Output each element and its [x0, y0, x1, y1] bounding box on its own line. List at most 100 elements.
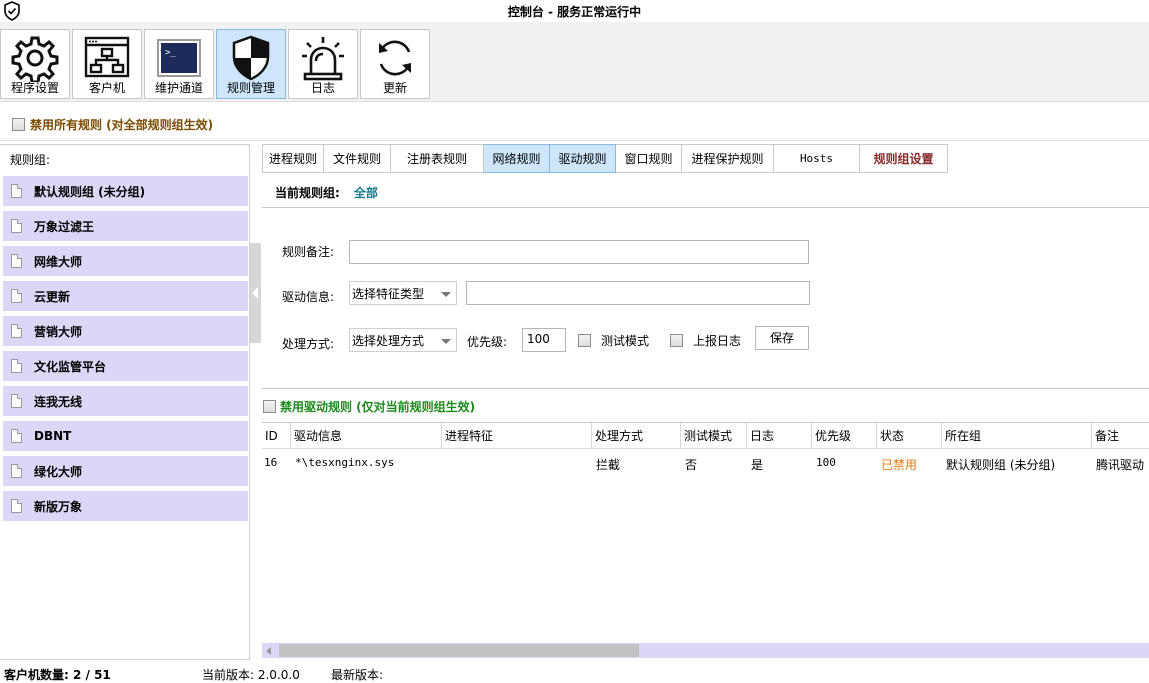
driver-info-input[interactable] — [466, 281, 810, 305]
toolbar-maintenance-label: 维护通道 — [154, 81, 203, 95]
toolbar-settings-label: 程序设置 — [10, 81, 59, 95]
document-icon — [11, 254, 22, 268]
toolbar-maintenance-button[interactable]: >_ 维护通道 — [144, 29, 214, 99]
panel-collapse-handle[interactable] — [250, 243, 261, 343]
rule-group-name: 云更新 — [34, 289, 71, 304]
chevron-down-icon — [441, 292, 451, 297]
document-icon — [11, 394, 22, 408]
toolbar-log-label: 日志 — [310, 81, 335, 95]
rule-group-item[interactable]: 营销大师 — [3, 316, 248, 346]
action-select[interactable]: 选择处理方式 — [349, 328, 457, 352]
tab-registry-rules[interactable]: 注册表规则 — [391, 144, 484, 173]
network-icon — [84, 36, 130, 78]
tab-window-rules[interactable]: 窗口规则 — [616, 144, 682, 173]
feature-type-select[interactable]: 选择特征类型 — [349, 281, 457, 305]
disable-driver-checkbox[interactable] — [263, 400, 276, 413]
rule-group-name: 营销大师 — [34, 324, 83, 339]
rule-group-item[interactable]: 网维大师 — [3, 246, 248, 276]
column-header-action[interactable]: 处理方式 — [592, 423, 681, 449]
cell-status: 已禁用 — [881, 458, 918, 472]
document-icon — [11, 464, 22, 478]
rule-type-tabs: 进程规则 文件规则 注册表规则 网络规则 驱动规则 窗口规则 进程保护规则 Ho… — [262, 144, 948, 173]
driver-info-label: 驱动信息: — [282, 290, 335, 304]
tab-driver-rules[interactable]: 驱动规则 — [550, 144, 616, 173]
toolbar-rules-button[interactable]: 规则管理 — [216, 29, 286, 99]
rule-group-name: 万象过滤王 — [34, 219, 95, 234]
priority-label: 优先级: — [467, 335, 508, 349]
rule-group-name: 默认规则组 (未分组) — [34, 184, 146, 199]
column-header-id[interactable]: ID — [262, 423, 291, 449]
column-header-driver-info[interactable]: 驱动信息 — [291, 423, 442, 449]
column-header-note[interactable]: 备注 — [1092, 423, 1149, 449]
column-header-priority[interactable]: 优先级 — [812, 423, 877, 449]
column-header-process[interactable]: 进程特征 — [442, 423, 592, 449]
terminal-icon: >_ — [157, 39, 201, 77]
disable-all-checkbox[interactable] — [12, 117, 25, 131]
disable-all-label: 禁用所有规则 (对全部规则组生效) — [30, 117, 214, 132]
gear-icon — [11, 36, 59, 82]
toolbar-log-button[interactable]: 日志 — [288, 29, 358, 99]
tab-process-protect-rules[interactable]: 进程保护规则 — [682, 144, 774, 173]
document-icon — [11, 184, 22, 198]
rule-group-name: 新版万象 — [34, 499, 83, 514]
column-header-group[interactable]: 所在组 — [942, 423, 1092, 449]
current-group-value: 全部 — [353, 186, 378, 200]
toolbar-update-button[interactable]: 更新 — [360, 29, 430, 99]
driver-rules-table: ID 驱动信息 进程特征 处理方式 测试模式 日志 优先级 状态 所在组 备注 … — [262, 422, 1149, 660]
cell-action: 拦截 — [596, 458, 621, 472]
disable-all-rules[interactable]: 禁用所有规则 (对全部规则组生效) — [12, 116, 213, 132]
title-bar: 控制台 - 服务正常运行中 — [0, 0, 1149, 22]
tab-network-rules[interactable]: 网络规则 — [484, 144, 550, 173]
table-horizontal-scrollbar[interactable] — [262, 643, 1149, 658]
disable-driver-rules[interactable]: 禁用驱动规则 (仅对当前规则组生效) — [263, 398, 475, 415]
status-bar: 客户机数量: 2 / 51 当前版本: 2.0.0.0 最新版本: — [0, 661, 1149, 683]
document-icon — [11, 289, 22, 303]
table-header: ID 驱动信息 进程特征 处理方式 测试模式 日志 优先级 状态 所在组 备注 — [262, 423, 1149, 449]
document-icon — [11, 359, 22, 373]
rule-group-item[interactable]: 文化监管平台 — [3, 351, 248, 381]
toolbar-settings-button[interactable]: 程序设置 — [0, 29, 70, 99]
window-title: 控制台 - 服务正常运行中 — [507, 5, 642, 19]
rule-group-panel: 规则组: 默认规则组 (未分组) 万象过滤王 网维大师 云更新 营销大师 文化监… — [0, 144, 250, 660]
cell-group: 默认规则组 (未分组) — [946, 458, 1056, 472]
cell-note: 腾讯驱动 — [1096, 458, 1145, 472]
tab-process-rules[interactable]: 进程规则 — [262, 144, 324, 173]
rule-group-item[interactable]: 连我无线 — [3, 386, 248, 416]
priority-input[interactable]: 100 — [522, 328, 566, 352]
scroll-left-icon[interactable] — [266, 647, 271, 655]
rule-group-item[interactable]: 绿化大师 — [3, 456, 248, 486]
toolbar-clients-button[interactable]: 客户机 — [72, 29, 142, 99]
action-label: 处理方式: — [282, 337, 335, 351]
tab-file-rules[interactable]: 文件规则 — [324, 144, 391, 173]
toolbar-update-label: 更新 — [382, 81, 407, 95]
tab-group-settings[interactable]: 规则组设置 — [860, 144, 948, 173]
column-header-status[interactable]: 状态 — [877, 423, 942, 449]
client-count: 客户机数量: 2 / 51 — [4, 668, 111, 682]
current-group: 当前规则组: 全部 — [275, 184, 378, 201]
report-log-option[interactable]: 上报日志 — [670, 332, 741, 349]
tab-hosts[interactable]: Hosts — [774, 144, 860, 173]
current-version: 当前版本: 2.0.0.0 — [202, 668, 300, 682]
test-mode-label: 测试模式 — [601, 334, 650, 348]
alarm-light-icon — [302, 37, 344, 81]
rule-group-item[interactable]: DBNT — [3, 421, 248, 451]
rule-group-item[interactable]: 默认规则组 (未分组) — [3, 176, 248, 206]
rule-group-item[interactable]: 新版万象 — [3, 491, 248, 521]
svg-text:>_: >_ — [165, 48, 176, 58]
test-mode-option[interactable]: 测试模式 — [578, 332, 649, 349]
column-header-test-mode[interactable]: 测试模式 — [681, 423, 747, 449]
scrollbar-thumb[interactable] — [279, 644, 639, 657]
disable-driver-label: 禁用驱动规则 (仅对当前规则组生效) — [280, 400, 476, 414]
rule-note-input[interactable] — [349, 240, 809, 264]
report-log-checkbox[interactable] — [670, 334, 683, 347]
shield-icon — [232, 35, 270, 81]
toolbar-rules-label: 规则管理 — [226, 81, 275, 95]
test-mode-checkbox[interactable] — [578, 334, 591, 347]
column-header-log[interactable]: 日志 — [747, 423, 812, 449]
save-button[interactable]: 保存 — [755, 326, 809, 350]
report-log-label: 上报日志 — [693, 334, 742, 348]
document-icon — [11, 324, 22, 338]
document-icon — [11, 499, 22, 513]
rule-group-item[interactable]: 云更新 — [3, 281, 248, 311]
rule-group-item[interactable]: 万象过滤王 — [3, 211, 248, 241]
